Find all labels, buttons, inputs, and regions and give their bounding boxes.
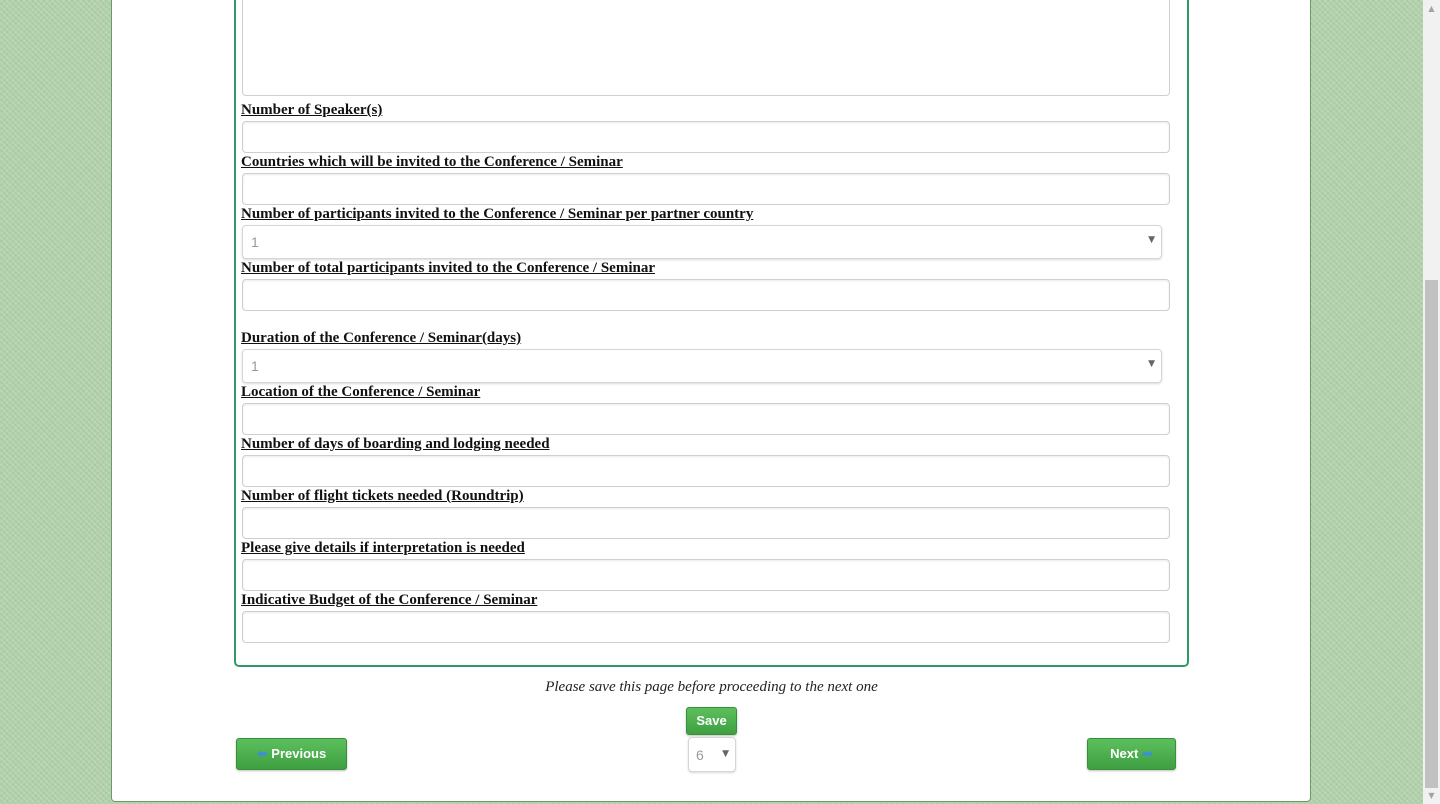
- chevron-down-icon: ▼: [1148, 359, 1155, 369]
- countries-label: Countries which will be invited to the C…: [241, 154, 623, 170]
- duration-label: Duration of the Conference / Seminar(day…: [241, 330, 522, 346]
- participants-per-country-select[interactable]: 1 ▼: [242, 225, 1162, 259]
- location-label: Location of the Conference / Seminar: [241, 384, 481, 400]
- page-number-value: 6: [696, 747, 704, 763]
- interpretation-input[interactable]: [242, 559, 1170, 591]
- duration-select[interactable]: 1 ▼: [242, 349, 1162, 383]
- description-textarea[interactable]: [242, 0, 1170, 96]
- next-button[interactable]: Next ➡: [1087, 738, 1176, 770]
- total-participants-label: Number of total participants invited to …: [241, 260, 655, 276]
- save-reminder-note: Please save this page before proceeding …: [545, 679, 878, 695]
- budget-input[interactable]: [242, 611, 1170, 643]
- budget-label: Indicative Budget of the Conference / Se…: [241, 592, 538, 608]
- save-button[interactable]: Save: [686, 707, 737, 735]
- participants-per-country-value: 1: [251, 234, 259, 250]
- arrow-right-icon: ➡: [1141, 747, 1153, 762]
- flight-tickets-label: Number of flight tickets needed (Roundtr…: [241, 488, 524, 504]
- scroll-down-arrow-icon[interactable]: ▼: [1423, 787, 1440, 804]
- scroll-up-arrow-icon[interactable]: ▲: [1423, 0, 1440, 17]
- scrollbar-thumb[interactable]: [1425, 280, 1438, 788]
- participants-per-country-label: Number of participants invited to the Co…: [241, 206, 754, 222]
- total-participants-input[interactable]: [242, 279, 1170, 311]
- location-input[interactable]: [242, 403, 1170, 435]
- duration-value: 1: [251, 358, 259, 374]
- vertical-scrollbar[interactable]: ▲ ▼: [1423, 0, 1440, 804]
- interpretation-label: Please give details if interpretation is…: [241, 540, 525, 556]
- next-button-label: Next: [1110, 746, 1139, 761]
- chevron-down-icon: ▼: [1148, 235, 1155, 245]
- previous-button[interactable]: ⬅ Previous: [236, 738, 347, 770]
- speakers-input[interactable]: [242, 121, 1170, 153]
- boarding-days-label: Number of days of boarding and lodging n…: [241, 436, 550, 452]
- page-number-select[interactable]: 6 ▼: [688, 737, 736, 772]
- boarding-days-input[interactable]: [242, 455, 1170, 487]
- countries-input[interactable]: [242, 173, 1170, 205]
- speakers-label: Number of Speaker(s): [241, 102, 383, 118]
- flight-tickets-input[interactable]: [242, 507, 1170, 539]
- chevron-down-icon: ▼: [722, 749, 729, 759]
- arrow-left-icon: ⬅: [256, 747, 268, 762]
- previous-button-label: Previous: [271, 746, 327, 761]
